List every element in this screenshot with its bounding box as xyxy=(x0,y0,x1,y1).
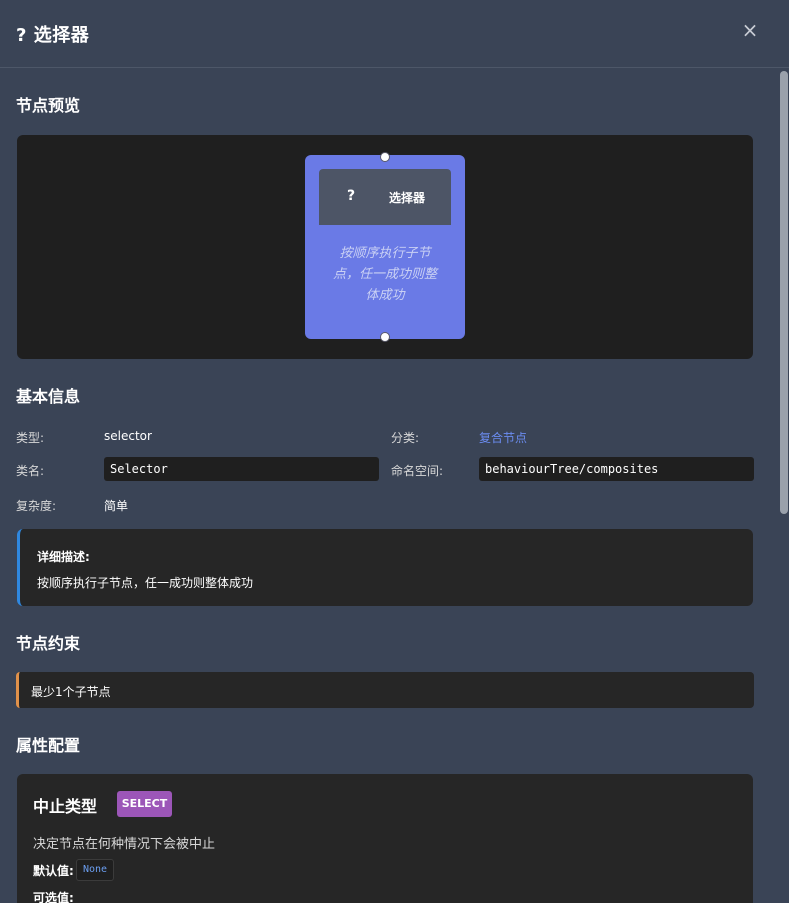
section-title-basic-info: 基本信息 xyxy=(16,387,81,406)
close-icon[interactable]: × xyxy=(740,18,760,42)
question-mark-icon: ? xyxy=(347,188,356,204)
preview-node-description: 按顺序执行子节点，任一成功则整体成功 xyxy=(332,246,437,303)
preview-node-name: 选择器 xyxy=(389,191,426,205)
node-preview-canvas: ? 选择器 按顺序执行子节点，任一成功则整体成功 xyxy=(17,135,753,359)
detail-description-text: 按顺序执行子节点，任一成功则整体成功 xyxy=(37,576,254,590)
type-label: 类型: xyxy=(16,431,45,445)
property-description: 决定节点在何种情况下会被中止 xyxy=(33,837,216,852)
input-port[interactable] xyxy=(380,152,390,162)
complexity-label: 复杂度: xyxy=(16,499,57,513)
preview-node-header: ? 选择器 xyxy=(319,169,451,225)
property-name: 中止类型 xyxy=(33,797,98,816)
detail-description-label: 详细描述: xyxy=(37,550,90,564)
property-type-badge: SELECT xyxy=(117,791,172,817)
dialog-body[interactable]: 节点预览 ? 选择器 按顺序执行子节点，任一成功则整体成功 基本信息 类型: s… xyxy=(0,69,776,903)
property-card: 中止类型 SELECT 决定节点在何种情况下会被中止 默认值: None 可选值… xyxy=(17,774,753,903)
options-label: 可选值: xyxy=(33,891,74,903)
constraint-text: 最少1个子节点 xyxy=(31,685,111,699)
section-title-constraints: 节点约束 xyxy=(16,634,81,653)
output-port[interactable] xyxy=(380,332,390,342)
dialog-title: ? 选择器 xyxy=(16,25,90,46)
preview-node-card[interactable]: ? 选择器 按顺序执行子节点，任一成功则整体成功 xyxy=(305,152,465,342)
dialog-header: ? 选择器 × xyxy=(0,0,789,68)
category-label: 分类: xyxy=(391,431,420,445)
type-value: selector xyxy=(104,429,152,443)
class-name-field[interactable]: Selector xyxy=(104,457,379,481)
section-title-properties: 属性配置 xyxy=(16,736,81,755)
constraint-item: 最少1个子节点 xyxy=(16,672,754,708)
scrollbar-thumb[interactable] xyxy=(780,71,788,514)
class-name-label: 类名: xyxy=(16,464,45,478)
section-title-preview: 节点预览 xyxy=(16,96,81,115)
default-value-label: 默认值: xyxy=(33,864,74,878)
namespace-label: 命名空间: xyxy=(391,464,444,478)
detail-description-box: 详细描述: 按顺序执行子节点，任一成功则整体成功 xyxy=(17,529,753,606)
default-value-chip: None xyxy=(76,859,115,881)
complexity-value: 简单 xyxy=(104,499,129,513)
category-link[interactable]: 复合节点 xyxy=(479,429,527,446)
namespace-field[interactable]: behaviourTree/composites xyxy=(479,457,754,481)
